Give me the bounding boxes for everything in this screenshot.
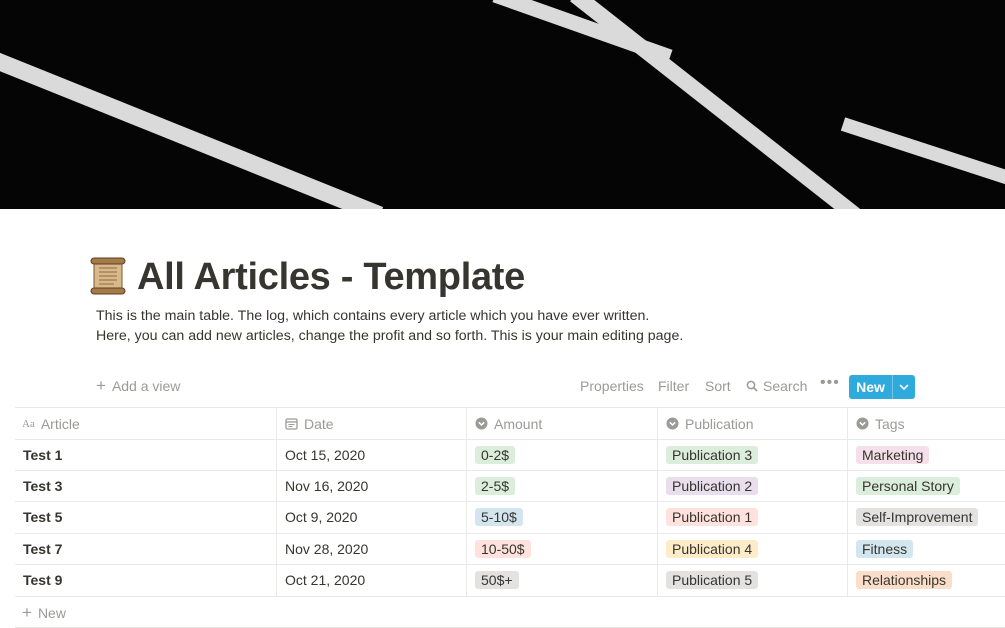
amount-tag: 50$+ [475, 570, 519, 589]
cover-graphic [0, 0, 1005, 209]
publication-tag: Publication 2 [666, 476, 759, 495]
column-divider [466, 407, 467, 597]
amount-tag: 10-50$ [475, 539, 531, 558]
select-icon [475, 417, 488, 430]
search-button[interactable]: Search [746, 378, 807, 394]
scroll-icon[interactable] [90, 257, 126, 295]
calendar-icon [285, 418, 298, 430]
plus-icon: + [22, 603, 32, 622]
column-header-label: Tags [875, 415, 905, 432]
tags-cell[interactable]: Fitness [856, 533, 914, 564]
amount-tag: 0-2$ [475, 445, 516, 464]
column-header-date[interactable]: Date [285, 408, 334, 439]
filter-button[interactable]: Filter [658, 378, 689, 394]
date-cell[interactable]: Nov 16, 2020 [285, 470, 368, 501]
tags-cell[interactable]: Relationships [856, 564, 953, 595]
properties-button[interactable]: Properties [580, 378, 644, 394]
new-button[interactable]: New [849, 375, 892, 399]
publication-tag: Publication 4 [666, 539, 759, 558]
amount-tag: 5-10$ [475, 507, 523, 526]
amount-cell[interactable]: 2-5$ [475, 470, 516, 501]
column-divider [657, 407, 658, 597]
cover-image[interactable] [0, 0, 1005, 209]
publication-cell[interactable]: Publication 3 [666, 439, 759, 470]
article-cell[interactable]: Test 9 [23, 564, 62, 595]
tags-cell[interactable]: Marketing [856, 439, 930, 470]
publication-cell[interactable]: Publication 4 [666, 533, 759, 564]
article-cell[interactable]: Test 1 [23, 439, 62, 470]
amount-tag: 2-5$ [475, 476, 516, 495]
column-header-publication[interactable]: Publication [666, 408, 754, 439]
column-header-label: Publication [685, 415, 754, 432]
publication-tag: Publication 3 [666, 445, 759, 464]
database-toolbar: + Add a view Properties Filter Sort Sear… [0, 374, 1005, 400]
publication-cell[interactable]: Publication 2 [666, 470, 759, 501]
add-row-label: New [37, 605, 66, 621]
add-view-button[interactable]: + Add a view [96, 377, 180, 395]
page-title[interactable]: All Articles - Template [137, 254, 525, 300]
chevron-down-icon [899, 384, 909, 390]
tag-pill: Personal Story [856, 476, 960, 495]
article-cell[interactable]: Test 3 [23, 470, 62, 501]
add-row-button[interactable]: + New [22, 604, 66, 622]
sort-button[interactable]: Sort [705, 378, 731, 394]
search-label: Search [763, 378, 808, 394]
date-cell[interactable]: Oct 21, 2020 [285, 564, 365, 595]
column-divider [847, 407, 848, 597]
tag-pill: Fitness [856, 539, 914, 558]
column-header-label: Amount [494, 415, 543, 432]
tag-pill: Relationships [856, 570, 953, 589]
column-divider [276, 407, 277, 597]
more-options-button[interactable]: ••• [820, 374, 840, 392]
description-line-1: This is the main table. The log, which c… [96, 308, 650, 324]
add-view-label: Add a view [111, 378, 181, 394]
new-template-dropdown[interactable] [892, 375, 915, 399]
column-header-label: Article [40, 415, 80, 432]
column-header-tags[interactable]: Tags [856, 408, 905, 439]
description-line-2: Here, you can add new articles, change t… [96, 328, 684, 344]
page-description[interactable]: This is the main table. The log, which c… [96, 306, 683, 346]
select-icon [666, 417, 679, 430]
search-icon [746, 380, 758, 392]
amount-cell[interactable]: 50$+ [475, 564, 519, 595]
tag-pill: Self-Improvement [856, 507, 979, 526]
amount-cell[interactable]: 10-50$ [475, 533, 531, 564]
date-cell[interactable]: Oct 15, 2020 [285, 439, 365, 470]
column-header-label: Date [304, 415, 334, 432]
date-cell[interactable]: Oct 9, 2020 [285, 501, 357, 532]
article-cell[interactable]: Test 7 [23, 533, 62, 564]
plus-icon: + [96, 376, 106, 395]
tag-pill: Marketing [856, 445, 930, 464]
new-button-group: New [849, 375, 915, 399]
publication-cell[interactable]: Publication 5 [666, 564, 759, 595]
amount-cell[interactable]: 5-10$ [475, 501, 523, 532]
tags-cell[interactable]: Personal Story [856, 470, 960, 501]
select-icon [856, 417, 869, 430]
publication-cell[interactable]: Publication 1 [666, 501, 759, 532]
publication-tag: Publication 5 [666, 570, 759, 589]
table-divider [15, 596, 1005, 597]
text-icon: Aa [22, 417, 35, 430]
article-cell[interactable]: Test 5 [23, 501, 62, 532]
column-header-amount[interactable]: Amount [475, 408, 542, 439]
date-cell[interactable]: Nov 28, 2020 [285, 533, 368, 564]
column-header-article[interactable]: Aa Article [22, 408, 80, 439]
amount-cell[interactable]: 0-2$ [475, 439, 516, 470]
tags-cell[interactable]: Self-Improvement [856, 501, 979, 532]
publication-tag: Publication 1 [666, 507, 759, 526]
